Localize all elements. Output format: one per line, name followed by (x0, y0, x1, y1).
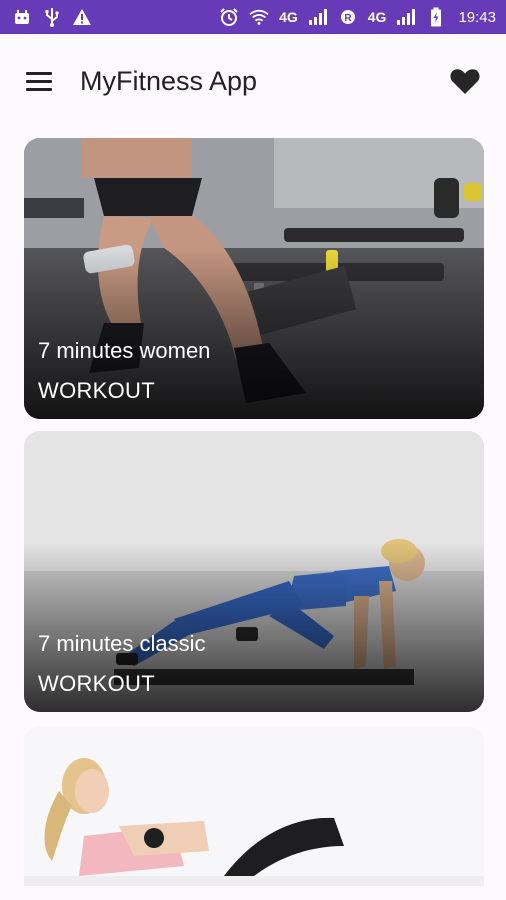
svg-text:R: R (344, 13, 352, 24)
network-type-label: 4G (279, 9, 298, 25)
workout-subtitle: WORKOUT (38, 671, 155, 696)
workout-card-women[interactable]: 7 minutes women WORKOUT (24, 138, 484, 419)
battery-icon (426, 7, 446, 27)
workout-subtitle: WORKOUT (38, 378, 155, 403)
usb-icon (42, 7, 62, 27)
abs-workout-image (24, 726, 484, 886)
clock-time: 19:43 (458, 8, 496, 26)
app-bar: MyFitness App (0, 34, 506, 128)
android-notification-icon (12, 7, 32, 27)
network-type-label-2: 4G (367, 9, 387, 25)
workout-card-classic[interactable]: 7 minutes classic WORKOUT (24, 431, 484, 712)
status-bar: 4G R 4G 19:43 (0, 0, 506, 34)
alarm-icon (219, 7, 239, 27)
heart-icon[interactable] (448, 64, 482, 98)
hamburger-menu-icon[interactable] (26, 67, 54, 95)
wifi-icon (249, 7, 269, 27)
signal-icon (308, 7, 328, 27)
app-title: MyFitness App (80, 65, 258, 96)
workout-card-partial[interactable] (24, 726, 484, 886)
warning-icon (72, 7, 92, 27)
workout-title: 7 minutes women (38, 338, 211, 363)
workout-title: 7 minutes classic (38, 631, 206, 656)
roaming-icon: R (338, 7, 358, 27)
signal-icon-2 (396, 7, 416, 27)
